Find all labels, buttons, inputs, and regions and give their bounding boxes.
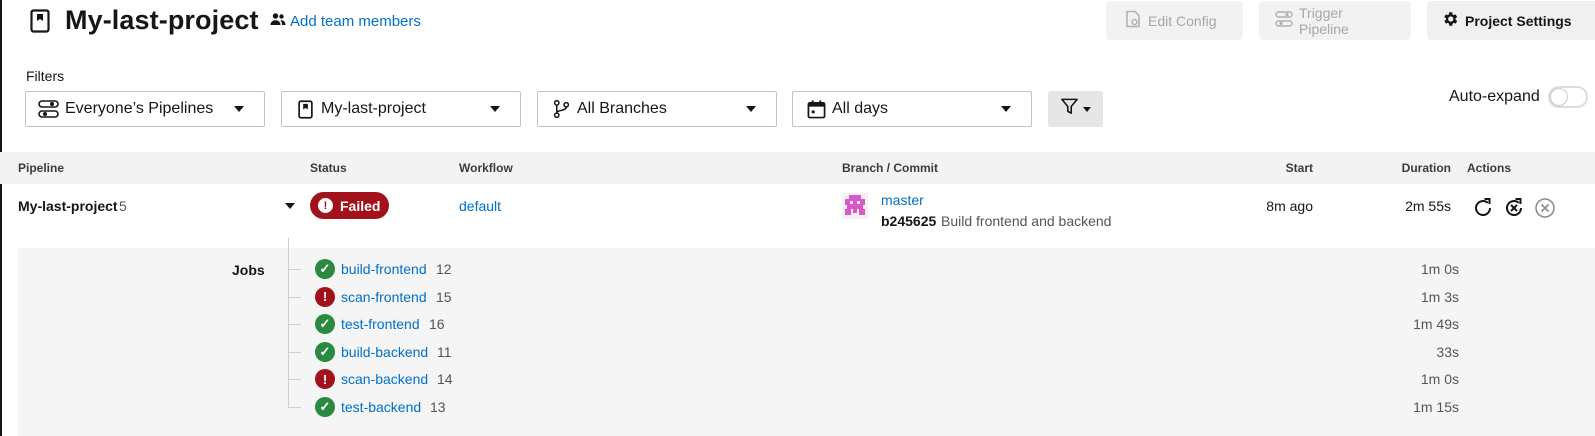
pipeline-filter-icon — [38, 99, 60, 119]
avatar — [842, 193, 868, 219]
project-settings-label: Project Settings — [1465, 12, 1572, 29]
window-edge — [0, 0, 2, 436]
days-filter-select[interactable]: All days — [792, 91, 1032, 127]
exclamation-icon: ! — [318, 198, 333, 213]
job-row: ! scan-backend 14 1m 0s — [289, 369, 1459, 390]
branches-filter-select[interactable]: All Branches — [537, 91, 777, 127]
commit-hash[interactable]: b245625 — [881, 213, 936, 229]
column-status: Status — [310, 161, 347, 175]
chevron-down-icon — [234, 106, 244, 112]
pipelines-filter-value: Everyone’s Pipelines — [65, 100, 214, 117]
job-duration: 1m 0s — [1420, 371, 1459, 388]
pipeline-icon — [1275, 10, 1293, 31]
calendar-icon — [805, 99, 827, 119]
job-duration: 1m 0s — [1420, 261, 1459, 277]
job-duration: 1m 3s — [1420, 288, 1459, 305]
tree-branch-line — [289, 269, 301, 270]
tree-branch-line — [289, 296, 301, 298]
pipelines-filter-select[interactable]: Everyone’s Pipelines — [25, 91, 265, 127]
pipeline-number: 5 — [119, 198, 127, 214]
job-row: ! scan-frontend 15 1m 3s — [289, 286, 1459, 307]
pipeline-name[interactable]: My-last-project — [18, 198, 118, 214]
check-circle-icon: ✓ — [315, 314, 335, 335]
column-duration: Duration — [1401, 161, 1451, 175]
job-row: ✓ build-backend 11 33s — [289, 341, 1459, 362]
job-number: 11 — [437, 343, 452, 360]
job-number: 12 — [436, 261, 452, 277]
check-circle-icon: ✓ — [315, 259, 335, 279]
tree-branch-line — [289, 379, 301, 381]
rerun-failed-icon[interactable] — [1502, 196, 1526, 220]
edit-config-button[interactable]: Edit Config — [1106, 1, 1243, 40]
tree-branch-line — [289, 351, 301, 353]
project-filter-select[interactable]: My-last-project — [281, 91, 521, 127]
collapse-jobs-toggle[interactable] — [285, 203, 295, 209]
job-row: ✓ test-backend 13 1m 15s — [289, 397, 1459, 417]
status-badge[interactable]: ! Failed — [310, 192, 389, 219]
job-number: 16 — [429, 316, 445, 333]
project-filter-value: My-last-project — [321, 100, 426, 117]
job-number: 15 — [436, 288, 452, 305]
add-team-members-label: Add team members — [290, 12, 421, 30]
exclamation-circle-icon: ! — [315, 286, 335, 307]
pipeline-duration: 2m 55s — [1405, 198, 1451, 214]
column-actions: Actions — [1467, 161, 1512, 175]
job-name-link[interactable]: build-backend — [341, 344, 428, 360]
job-row: ✓ test-frontend 16 1m 49s — [289, 314, 1459, 335]
chevron-down-icon — [490, 106, 500, 112]
chevron-down-icon — [1001, 106, 1011, 112]
check-circle-icon: ✓ — [315, 341, 335, 362]
auto-expand-toggle[interactable] — [1548, 86, 1588, 108]
chevron-down-icon — [1083, 106, 1091, 112]
branches-filter-value: All Branches — [577, 100, 667, 117]
add-team-members-link[interactable]: Add team members — [270, 12, 421, 30]
job-name-link[interactable]: test-backend — [341, 399, 421, 415]
funnel-icon — [1060, 97, 1079, 121]
days-filter-value: All days — [832, 100, 889, 117]
job-row: ✓ build-frontend 12 1m 0s — [289, 259, 1459, 279]
status-badge-label: Failed — [340, 197, 381, 214]
bookmark-icon — [294, 99, 316, 119]
job-duration: 1m 49s — [1413, 316, 1459, 333]
tree-branch-line — [289, 324, 301, 326]
branch-icon — [550, 99, 572, 119]
trigger-pipeline-label: Trigger Pipeline — [1299, 4, 1349, 37]
job-name-link[interactable]: scan-frontend — [341, 289, 427, 305]
job-name-link[interactable]: test-frontend — [341, 316, 420, 332]
filter-menu-button[interactable] — [1048, 91, 1103, 127]
commit-message: Build frontend and backend — [941, 213, 1112, 229]
column-branch-commit: Branch / Commit — [842, 161, 939, 175]
exclamation-circle-icon: ! — [315, 369, 335, 390]
column-pipeline: Pipeline — [18, 161, 65, 175]
people-icon — [270, 12, 286, 30]
start-time: 8m ago — [1266, 198, 1313, 214]
toggle-knob — [1551, 89, 1567, 105]
workflow-link[interactable]: default — [459, 198, 501, 214]
project-settings-button[interactable]: Project Settings — [1427, 1, 1595, 40]
check-circle-icon: ✓ — [315, 397, 335, 417]
job-number: 13 — [430, 399, 446, 415]
bookmark-icon — [30, 9, 50, 33]
job-duration: 1m 15s — [1413, 399, 1459, 415]
chevron-down-icon — [746, 106, 756, 112]
gear-icon — [1441, 10, 1459, 31]
file-settings-icon — [1124, 10, 1142, 31]
edit-config-label: Edit Config — [1148, 12, 1217, 29]
filters-label: Filters — [26, 68, 65, 84]
trigger-pipeline-button[interactable]: Trigger Pipeline — [1259, 1, 1411, 40]
job-duration: 33s — [1436, 343, 1459, 360]
column-workflow: Workflow — [459, 161, 513, 175]
tree-branch-line — [289, 407, 301, 408]
cancel-icon[interactable] — [1533, 196, 1557, 220]
job-name-link[interactable]: scan-backend — [341, 371, 428, 387]
job-name-link[interactable]: build-frontend — [341, 261, 427, 277]
jobs-label: Jobs — [232, 262, 265, 278]
job-number: 14 — [437, 371, 453, 388]
rerun-icon[interactable] — [1471, 196, 1495, 220]
column-start: Start — [1285, 161, 1313, 175]
auto-expand-label: Auto-expand — [1449, 88, 1540, 105]
page-title: My-last-project — [65, 5, 259, 35]
branch-link[interactable]: master — [881, 192, 924, 208]
